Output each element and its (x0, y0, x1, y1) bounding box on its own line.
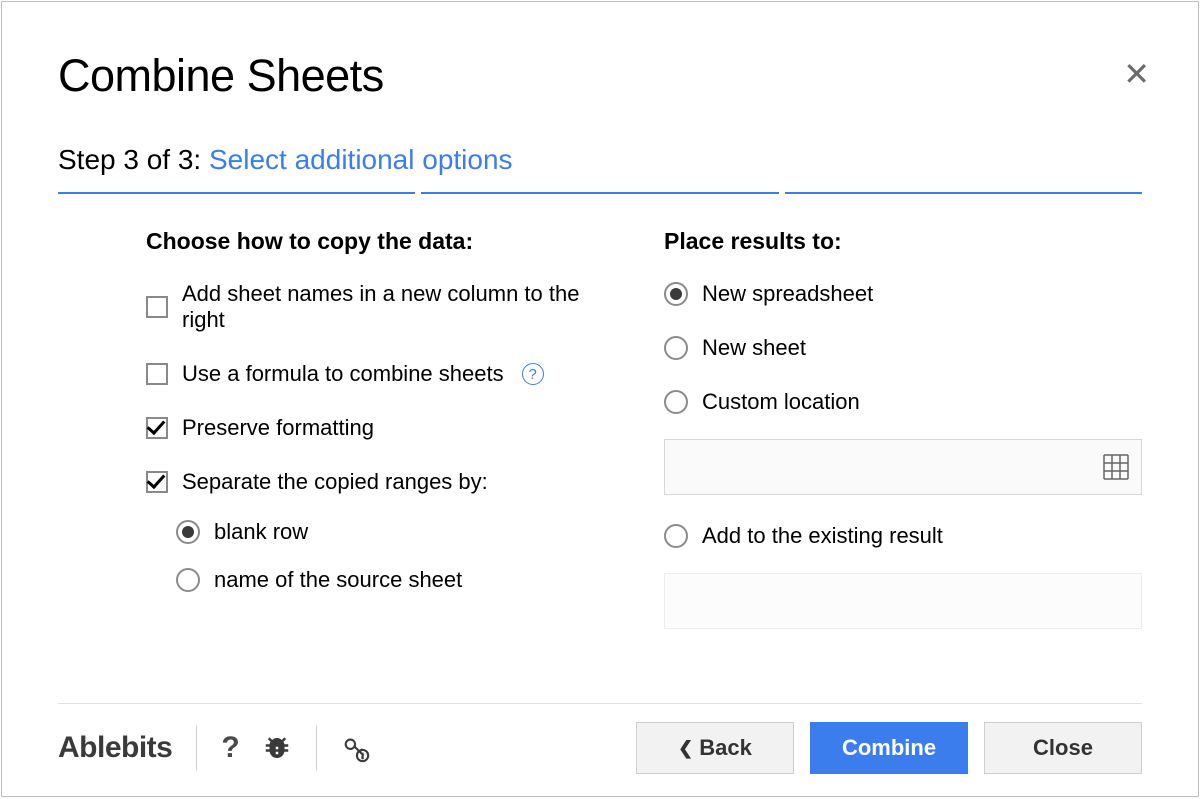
divider (316, 725, 317, 771)
opt-custom-location[interactable]: Custom location (664, 389, 1142, 415)
checkbox-icon (146, 296, 168, 318)
radio-icon (176, 568, 200, 592)
opt-label: Add sheet names in a new column to the r… (182, 281, 624, 333)
step-subtitle: Select additional options (209, 144, 513, 175)
key-info-icon[interactable] (341, 733, 371, 763)
close-button[interactable]: Close (984, 722, 1142, 774)
right-heading: Place results to: (664, 228, 1142, 255)
radio-icon (664, 336, 688, 360)
dialog-footer: Ablebits ? ❮ Back Combine C (58, 704, 1142, 796)
radio-icon (664, 524, 688, 548)
button-label: Close (1033, 735, 1093, 761)
custom-location-input[interactable] (664, 439, 1142, 495)
combine-sheets-dialog: Combine Sheets ✕ Step 3 of 3: Select add… (1, 1, 1199, 797)
divider (196, 725, 197, 771)
options-columns: Choose how to copy the data: Add sheet n… (58, 228, 1142, 629)
opt-source-name[interactable]: name of the source sheet (176, 567, 624, 593)
step-prefix: Step 3 of 3: (58, 144, 209, 175)
button-label: Back (699, 735, 752, 761)
opt-preserve-formatting[interactable]: Preserve formatting (146, 415, 624, 441)
dialog-title: Combine Sheets (58, 50, 384, 102)
checkbox-icon (146, 471, 168, 493)
opt-new-spreadsheet[interactable]: New spreadsheet (664, 281, 1142, 307)
opt-label: Preserve formatting (182, 415, 374, 441)
opt-new-sheet[interactable]: New sheet (664, 335, 1142, 361)
help-icon[interactable]: ? (522, 363, 544, 385)
dialog-header: Combine Sheets ✕ (58, 50, 1142, 102)
radio-icon (176, 520, 200, 544)
progress-seg-1 (58, 192, 415, 194)
opt-add-existing[interactable]: Add to the existing result (664, 523, 1142, 549)
opt-use-formula[interactable]: Use a formula to combine sheets ? (146, 361, 624, 387)
progress-seg-2 (421, 192, 778, 194)
bug-icon[interactable] (262, 733, 292, 763)
existing-result-input[interactable] (664, 573, 1142, 629)
step-indicator: Step 3 of 3: Select additional options (58, 144, 1142, 176)
opt-blank-row[interactable]: blank row (176, 519, 624, 545)
opt-label: blank row (214, 519, 308, 545)
opt-label: Custom location (702, 389, 860, 415)
left-heading: Choose how to copy the data: (146, 228, 624, 255)
combine-button[interactable]: Combine (810, 722, 968, 774)
left-column: Choose how to copy the data: Add sheet n… (146, 228, 624, 629)
opt-label: New spreadsheet (702, 281, 873, 307)
radio-icon (664, 390, 688, 414)
button-label: Combine (842, 735, 936, 761)
opt-label: Use a formula to combine sheets (182, 361, 504, 387)
help-icon[interactable]: ? (221, 731, 239, 765)
back-button[interactable]: ❮ Back (636, 722, 794, 774)
opt-label: Separate the copied ranges by: (182, 469, 488, 495)
chevron-left-icon: ❮ (678, 738, 693, 759)
grid-select-icon[interactable] (1103, 454, 1129, 480)
checkbox-icon (146, 417, 168, 439)
progress-bar (58, 192, 1142, 194)
brand-logo: Ablebits (58, 731, 172, 765)
opt-label: Add to the existing result (702, 523, 943, 549)
opt-label: New sheet (702, 335, 806, 361)
checkbox-icon (146, 363, 168, 385)
opt-add-sheet-names[interactable]: Add sheet names in a new column to the r… (146, 281, 624, 333)
radio-icon (664, 282, 688, 306)
right-column: Place results to: New spreadsheet New sh… (664, 228, 1142, 629)
opt-label: name of the source sheet (214, 567, 462, 593)
footer-buttons: ❮ Back Combine Close (636, 722, 1142, 774)
separator-options: blank row name of the source sheet (146, 519, 624, 593)
opt-separate-ranges[interactable]: Separate the copied ranges by: (146, 469, 624, 495)
close-icon[interactable]: ✕ (1123, 58, 1150, 90)
progress-seg-3 (785, 192, 1142, 194)
